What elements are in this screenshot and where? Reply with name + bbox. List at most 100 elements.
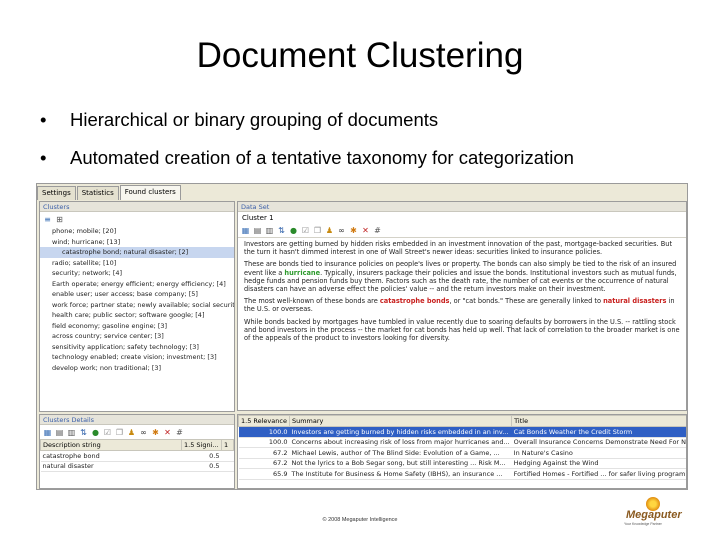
column-header[interactable]: 1 bbox=[221, 439, 234, 451]
cluster-item[interactable]: phone; mobile; [20] bbox=[40, 226, 234, 237]
tree-icon[interactable]: ≡ bbox=[43, 215, 52, 224]
table-cell: 0.5 bbox=[181, 450, 222, 462]
table-row[interactable]: 100.0 Concerns about increasing risk of l… bbox=[238, 437, 686, 448]
table-row[interactable]: 100.0 Investors are getting burned by hid… bbox=[238, 426, 686, 438]
table-row[interactable]: catastrophe bond 0.5 bbox=[40, 450, 234, 462]
cluster-item[interactable]: field economy; gasoline engine; [3] bbox=[40, 321, 234, 332]
globe-icon[interactable]: ● bbox=[91, 428, 100, 437]
text-segment: The most well-known of these bonds are bbox=[244, 297, 380, 306]
tab-settings[interactable]: Settings bbox=[37, 186, 76, 200]
highlighted-term: hurricane bbox=[284, 268, 321, 277]
slide-title: Document Clustering bbox=[196, 36, 524, 75]
document-paragraph: The most well-known of these bonds are c… bbox=[244, 297, 680, 313]
cluster-item[interactable]: health care; public sector; software goo… bbox=[40, 310, 234, 321]
column-header[interactable]: 1.5 Signi... bbox=[181, 439, 222, 451]
tree-expand-icon[interactable]: ⊞ bbox=[55, 215, 64, 224]
table-row[interactable]: 65.9 The Institute for Business & Home Sa… bbox=[238, 468, 686, 480]
cluster-item[interactable]: across country; service center; [3] bbox=[40, 331, 234, 342]
table-cell: natural disaster bbox=[40, 461, 182, 472]
tab-found-clusters[interactable]: Found clusters bbox=[119, 185, 181, 200]
user-icon[interactable]: ♟ bbox=[325, 226, 334, 235]
column-header[interactable]: Description string bbox=[40, 439, 182, 451]
bullet-dot: • bbox=[40, 109, 47, 130]
document-text: Investors are getting burned by hidden r… bbox=[238, 238, 686, 342]
bullet-text: Automated creation of a tentative taxono… bbox=[70, 147, 574, 168]
table-cell: catastrophe bond bbox=[40, 450, 182, 462]
data-set-title: Data Set bbox=[238, 202, 686, 212]
tree-icon[interactable]: ▦ bbox=[43, 428, 52, 437]
table-cell: Investors are getting burned by hidden r… bbox=[289, 426, 512, 438]
check-icon[interactable]: ☑ bbox=[103, 428, 112, 437]
user-icon[interactable]: ♟ bbox=[127, 428, 136, 437]
bullet-item: • Automated creation of a tentative taxo… bbox=[40, 146, 700, 184]
text-segment: While bonds backed by mortgages have tum… bbox=[244, 317, 680, 343]
footer-copyright: © 2008 Megaputer Intelligence bbox=[322, 517, 398, 523]
table-cell: The Institute for Business & Home Safety… bbox=[289, 468, 512, 480]
options-icon[interactable]: # bbox=[373, 226, 382, 235]
cluster-item[interactable]: develop work; non traditional; [3] bbox=[40, 363, 234, 374]
table-cell bbox=[221, 450, 234, 462]
table-icon[interactable]: ▤ bbox=[55, 428, 64, 437]
cluster-item[interactable]: security; network; [4] bbox=[40, 268, 234, 279]
column-header-summary[interactable]: Summary bbox=[288, 415, 513, 427]
refresh-icon[interactable]: ✱ bbox=[349, 226, 358, 235]
clusters-tree: phone; mobile; [20] wind; hurricane; [13]… bbox=[40, 226, 234, 373]
copy-icon[interactable]: ❐ bbox=[313, 226, 322, 235]
table-cell: Fortified Homes - Fortified ... for safe… bbox=[511, 468, 686, 480]
table-cell: Not the lyrics to a Bob Segar song, but … bbox=[289, 458, 512, 469]
clusters-panel: Clusters ≡ ⊞ phone; mobile; [20] wind; hu… bbox=[39, 201, 235, 412]
tab-statistics[interactable]: Statistics bbox=[76, 186, 119, 200]
highlighted-term: natural disasters bbox=[603, 297, 667, 306]
table-row[interactable]: 67.2 Michael Lewis, author of The Blind S… bbox=[238, 447, 686, 459]
cluster-item[interactable]: wind; hurricane; [13] bbox=[40, 237, 234, 248]
tab-bar: Settings Statistics Found clusters bbox=[37, 185, 182, 200]
document-paragraph: Investors are getting burned by hidden r… bbox=[244, 240, 680, 256]
cluster-item[interactable]: work force; partner state; newly availab… bbox=[40, 300, 234, 311]
cluster-item[interactable]: radio; satellite; [10] bbox=[40, 258, 234, 269]
cluster-item[interactable]: sensitivity application; safety technolo… bbox=[40, 342, 234, 353]
check-icon[interactable]: ☑ bbox=[301, 226, 310, 235]
clusters-toolbar: ≡ ⊞ bbox=[40, 212, 234, 226]
document-paragraph: These are bonds tied to insurance polici… bbox=[244, 260, 680, 293]
table-cell: Concerns about increasing risk of loss f… bbox=[289, 437, 512, 448]
cluster-item[interactable]: enable user; user access; base company; … bbox=[40, 289, 234, 300]
globe-icon[interactable]: ● bbox=[289, 226, 298, 235]
delete-icon[interactable]: ✕ bbox=[361, 226, 370, 235]
table-cell: 0.5 bbox=[181, 461, 222, 472]
copy-icon[interactable]: ❐ bbox=[115, 428, 124, 437]
bullet-list: • Hierarchical or binary grouping of doc… bbox=[40, 108, 700, 184]
cluster-item[interactable]: technology enabled; create vision; inves… bbox=[40, 352, 234, 363]
chart-icon[interactable]: ▥ bbox=[67, 428, 76, 437]
results-table: 1.5 Relevance Summary Title 100.0 Investo… bbox=[238, 415, 686, 480]
table-cell: Michael Lewis, author of The Blind Side:… bbox=[289, 447, 512, 459]
options-icon[interactable]: # bbox=[175, 428, 184, 437]
column-header-relevance[interactable]: 1.5 Relevance bbox=[238, 415, 290, 427]
table-cell: 100.0 bbox=[238, 437, 290, 448]
table-row[interactable]: 67.2 Not the lyrics to a Bob Segar song, … bbox=[238, 458, 686, 469]
cluster-item[interactable]: catastrophe bond; natural disaster; [2] bbox=[40, 247, 234, 258]
cluster-item[interactable]: Earth operate; energy efficient; energy … bbox=[40, 279, 234, 290]
table-cell: 65.9 bbox=[238, 468, 290, 480]
table-cell: Overall Insurance Concerns Demonstrate N… bbox=[511, 437, 686, 448]
clusters-panel-title: Clusters bbox=[40, 202, 234, 212]
refresh-icon[interactable]: ✱ bbox=[151, 428, 160, 437]
data-set-panel: Data Set Cluster 1 ▦ ▤ ▥ ⇅ ● ☑ ❐ ♟ ∞ ✱ ✕… bbox=[237, 201, 687, 411]
sort-icon[interactable]: ⇅ bbox=[277, 226, 286, 235]
document-paragraph: While bonds backed by mortgages have tum… bbox=[244, 318, 680, 343]
clusters-details-panel: Clusters Details ▦ ▤ ▥ ⇅ ● ☑ ❐ ♟ ∞ ✱ ✕ #… bbox=[39, 414, 235, 489]
table-cell: 100.0 bbox=[238, 426, 290, 438]
table-icon[interactable]: ▤ bbox=[253, 226, 262, 235]
binoculars-icon[interactable]: ∞ bbox=[337, 226, 346, 235]
table-cell: 67.2 bbox=[238, 458, 290, 469]
clusters-details-title: Clusters Details bbox=[40, 415, 234, 425]
table-row[interactable]: natural disaster 0.5 bbox=[40, 461, 234, 472]
chart-icon[interactable]: ▥ bbox=[265, 226, 274, 235]
tree-icon[interactable]: ▦ bbox=[241, 226, 250, 235]
sort-icon[interactable]: ⇅ bbox=[79, 428, 88, 437]
clusters-details-table: Description string 1.5 Signi... 1 catast… bbox=[40, 439, 234, 472]
company-logo: Megaputer Your Knowledge Partner bbox=[622, 497, 688, 527]
column-header-title[interactable]: Title bbox=[511, 415, 686, 427]
binoculars-icon[interactable]: ∞ bbox=[139, 428, 148, 437]
data-toolbar: ▦ ▤ ▥ ⇅ ● ☑ ❐ ♟ ∞ ✱ ✕ # bbox=[238, 224, 686, 238]
delete-icon[interactable]: ✕ bbox=[163, 428, 172, 437]
